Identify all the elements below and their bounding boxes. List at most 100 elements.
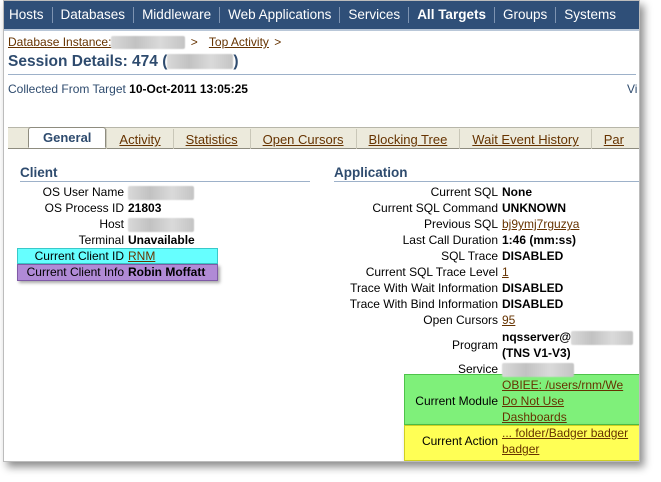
redacted-session-user xyxy=(167,54,234,70)
redacted-service xyxy=(502,362,574,377)
row-os-process: OS Process ID 21803 xyxy=(4,200,324,216)
trace-wait-value: DISABLED xyxy=(502,281,564,295)
host-value xyxy=(128,216,194,232)
redacted-program-host xyxy=(571,330,634,345)
open-cursors-label: Open Cursors xyxy=(423,313,498,327)
row-terminal: Terminal Unavailable xyxy=(4,232,324,248)
trace-level-link[interactable]: 1 xyxy=(502,264,509,280)
nav-services[interactable]: Services xyxy=(339,7,408,23)
redacted-instance-name xyxy=(111,36,186,50)
client-heading: Client xyxy=(20,165,310,182)
program-value-tns: (TNS V1-V3) xyxy=(502,346,571,360)
previous-sql-link[interactable]: bj9ymj7rguzya xyxy=(502,216,579,232)
nav-hosts[interactable]: Hosts xyxy=(4,7,52,23)
previous-sql-label: Previous SQL xyxy=(423,217,498,231)
current-sql-value: None xyxy=(502,185,532,199)
row-trace-bind: Trace With Bind Information DISABLED xyxy=(335,296,639,312)
sql-trace-label: SQL Trace xyxy=(441,249,498,263)
breadcrumb: Database Instance: > Top Activity > xyxy=(8,35,289,50)
module-link-line-3[interactable]: Dashboards xyxy=(502,409,567,425)
row-client-id: Current Client ID RNM xyxy=(4,248,324,264)
program-value-host: nqsserver@ xyxy=(502,329,634,345)
os-user-label: OS User Name xyxy=(42,185,124,199)
row-trace-level: Current SQL Trace Level 1 xyxy=(335,264,639,280)
nav-groups[interactable]: Groups xyxy=(493,7,555,23)
page-title: Session Details: 474 () xyxy=(8,53,239,71)
nav-systems[interactable]: Systems xyxy=(555,7,624,23)
tabs: General Activity Statistics Open Cursors… xyxy=(28,127,636,149)
nav-web-applications[interactable]: Web Applications xyxy=(219,7,339,23)
trace-bind-value: DISABLED xyxy=(502,297,564,311)
client-id-label: Current Client ID xyxy=(34,249,124,263)
trace-level-label: Current SQL Trace Level xyxy=(365,265,498,279)
row-sql-trace: SQL Trace DISABLED xyxy=(335,248,639,264)
nav-all-targets[interactable]: All Targets xyxy=(408,7,494,23)
row-module-line-1: OBIEE: /users/rnm/We xyxy=(335,377,639,393)
breadcrumb-separator: > xyxy=(274,35,282,49)
host-label: Host xyxy=(99,217,124,231)
program-value-prefix: nqsserver@ xyxy=(502,330,572,344)
row-program-value-2: (TNS V1-V3) xyxy=(335,345,639,361)
row-client-info: Current Client Info Robin Moffatt xyxy=(4,264,324,280)
row-action-line-2: badger xyxy=(335,441,639,457)
action-link-line-2[interactable]: badger xyxy=(502,441,539,457)
sql-command-label: Current SQL Command xyxy=(372,201,498,215)
current-sql-label: Current SQL xyxy=(430,185,498,199)
os-process-label: OS Process ID xyxy=(44,201,124,215)
row-service: Service xyxy=(335,361,639,377)
row-action-line-1: ... folder/Badger badger xyxy=(335,425,639,441)
tab-general[interactable]: General xyxy=(28,127,107,148)
terminal-value: Unavailable xyxy=(128,233,195,247)
module-link-line-1[interactable]: OBIEE: /users/rnm/We xyxy=(502,377,623,393)
row-last-call: Last Call Duration 1:46 (mm:ss) xyxy=(335,232,639,248)
breadcrumb-database-instance[interactable]: Database Instance: xyxy=(8,35,111,49)
tab-blocking-tree[interactable]: Blocking Tree xyxy=(355,129,460,149)
open-cursors-link[interactable]: 95 xyxy=(502,312,515,328)
row-trace-wait: Trace With Wait Information DISABLED xyxy=(335,280,639,296)
row-os-user: OS User Name xyxy=(4,184,324,200)
trace-wait-label: Trace With Wait Information xyxy=(350,281,498,295)
page-title-suffix: ) xyxy=(233,53,239,70)
tab-activity[interactable]: Activity xyxy=(106,129,172,149)
collected-label: Collected From Target xyxy=(8,82,126,96)
tab-wait-event-history[interactable]: Wait Event History xyxy=(459,129,590,149)
top-navigation: Hosts Databases Middleware Web Applicati… xyxy=(4,1,639,31)
action-link-line-1[interactable]: ... folder/Badger badger xyxy=(502,425,628,441)
service-label: Service xyxy=(457,362,498,376)
breadcrumb-separator: > xyxy=(190,35,198,49)
row-module-line-3: Dashboards xyxy=(335,409,639,425)
terminal-label: Terminal xyxy=(78,233,124,247)
nav-databases[interactable]: Databases xyxy=(51,7,134,23)
row-program-value-1: nqsserver@ xyxy=(335,329,639,345)
os-process-value: 21803 xyxy=(128,201,162,215)
redacted-host xyxy=(128,217,194,232)
module-link-line-2[interactable]: Do Not Use xyxy=(502,393,564,409)
last-call-value: 1:46 (mm:ss) xyxy=(502,233,577,247)
application-heading: Application xyxy=(334,165,639,182)
row-previous-sql: Previous SQL bj9ymj7rguzya xyxy=(335,216,639,232)
sql-trace-value: DISABLED xyxy=(502,249,564,263)
view-control-cut[interactable]: Vi xyxy=(627,82,637,96)
os-user-value xyxy=(128,184,194,200)
client-info-label: Current Client Info xyxy=(26,265,124,279)
row-module-line-2: Do Not Use xyxy=(335,393,639,409)
title-divider xyxy=(8,74,636,75)
collected-from-target: Collected From Target 10-Oct-2011 13:05:… xyxy=(8,82,248,96)
client-info-value: Robin Moffatt xyxy=(128,265,206,279)
tab-statistics[interactable]: Statistics xyxy=(172,129,250,149)
page-title-prefix: Session Details: 474 ( xyxy=(8,53,168,70)
client-id-link[interactable]: RNM xyxy=(128,248,155,264)
tab-parallel[interactable]: Par xyxy=(590,129,636,149)
collected-timestamp: 10-Oct-2011 13:05:25 xyxy=(129,82,248,96)
sql-command-value: UNKNOWN xyxy=(502,201,566,215)
nav-middleware[interactable]: Middleware xyxy=(133,7,219,23)
breadcrumb-top-activity[interactable]: Top Activity xyxy=(209,35,269,49)
row-open-cursors: Open Cursors 95 xyxy=(335,312,639,328)
trace-bind-label: Trace With Bind Information xyxy=(349,297,498,311)
tab-open-cursors[interactable]: Open Cursors xyxy=(249,129,356,149)
row-host: Host xyxy=(4,216,324,232)
row-current-sql: Current SQL None xyxy=(335,184,639,200)
redacted-os-user xyxy=(128,185,194,200)
oem-window: Hosts Databases Middleware Web Applicati… xyxy=(3,0,640,462)
service-value xyxy=(502,361,574,377)
